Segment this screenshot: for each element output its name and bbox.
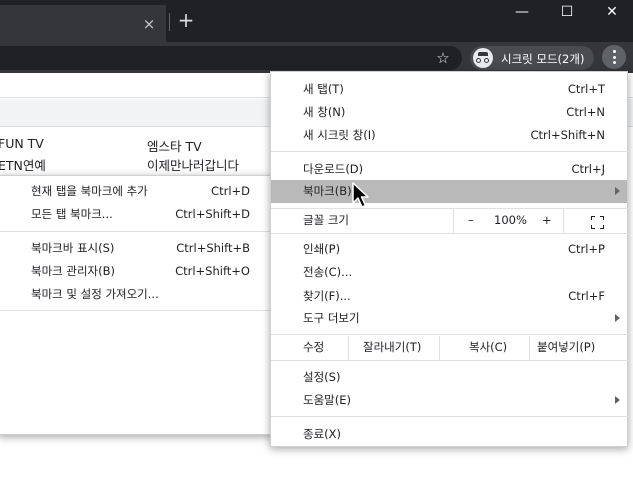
zoom-level: 100% <box>494 213 527 227</box>
menu-divider <box>271 334 629 335</box>
menu-item-bookmark-this-tab[interactable]: 현재 탭을 북마크에 추가 Ctrl+D <box>0 180 274 203</box>
menu-item-cast[interactable]: 전송(C)... <box>271 261 629 284</box>
menu-item-label: 도움말(E) <box>303 393 351 407</box>
menu-divider <box>271 416 629 417</box>
menu-item-label: 모든 탭 북마크... <box>31 207 113 221</box>
menu-item-print[interactable]: 인쇄(P) Ctrl+P <box>271 238 629 261</box>
menu-item-find[interactable]: 찾기(F)... Ctrl+F <box>271 285 629 308</box>
zoom-out-button[interactable]: – <box>468 209 474 232</box>
zoom-in-button[interactable]: + <box>542 209 552 232</box>
new-tab-icon[interactable]: + <box>177 10 195 30</box>
tab-separator <box>169 13 170 31</box>
menu-divider <box>271 360 629 361</box>
menu-item-label: 새 시크릿 창(I) <box>303 128 376 142</box>
menu-item-label: 설정(S) <box>303 370 341 384</box>
paste-button[interactable]: 붙여넣기(P) <box>537 336 595 359</box>
incognito-icon <box>473 48 493 68</box>
menu-item-import-bookmarks[interactable]: 북마크 및 설정 가져오기... <box>0 283 274 306</box>
menu-item-label: 현재 탭을 북마크에 추가 <box>31 184 148 198</box>
menu-item-exit[interactable]: 종료(X) <box>271 423 629 446</box>
minimize-icon[interactable]: — <box>500 0 544 28</box>
menu-item-label: 북마크바 표시(S) <box>31 241 115 255</box>
close-window-icon[interactable]: ✕ <box>590 0 633 28</box>
menu-item-downloads[interactable]: 다운로드(D) Ctrl+J <box>271 158 629 181</box>
menu-divider <box>271 151 629 152</box>
menu-item-shortcut: Ctrl+Shift+D <box>175 207 250 221</box>
menu-item-label: 인쇄(P) <box>303 242 341 256</box>
menu-kebab-icon[interactable] <box>602 45 626 69</box>
submenu-arrow-icon <box>615 187 620 195</box>
bookmarks-submenu: 현재 탭을 북마크에 추가 Ctrl+D 모든 탭 북마크... Ctrl+Sh… <box>0 175 274 435</box>
toolbar: ☆ 시크릿 모드(2개) <box>0 42 633 73</box>
menu-item-more-tools[interactable]: 도구 더보기 <box>271 307 629 330</box>
menu-item-shortcut: Ctrl+Shift+N <box>530 128 605 142</box>
menu-item-label: 다운로드(D) <box>303 162 364 176</box>
menu-item-help[interactable]: 도움말(E) <box>271 389 629 412</box>
menu-item-shortcut: Ctrl+J <box>571 162 606 176</box>
browser-main-menu: 새 탭(T) Ctrl+T 새 창(N) Ctrl+N 새 시크릿 창(I) C… <box>270 71 629 447</box>
menu-item-shortcut: Ctrl+D <box>211 184 250 198</box>
menu-item-label: 도구 더보기 <box>303 311 360 325</box>
menu-item-label: 새 탭(T) <box>303 82 344 96</box>
zoom-row: 글꼴 크기 – 100% + <box>271 209 629 233</box>
menu-item-show-bookmarks-bar[interactable]: 북마크바 표시(S) Ctrl+Shift+B <box>0 237 274 260</box>
menu-item-label: 북마크 및 설정 가져오기... <box>31 287 159 301</box>
incognito-label: 시크릿 모드(2개) <box>501 52 585 66</box>
menu-item-label: 북마크 관리자(B) <box>31 264 115 278</box>
maximize-icon[interactable]: ☐ <box>545 0 589 28</box>
menu-item-settings[interactable]: 설정(S) <box>271 366 629 389</box>
browser-tab[interactable]: × <box>0 5 166 42</box>
menu-item-bookmark-manager[interactable]: 북마크 관리자(B) Ctrl+Shift+O <box>0 260 274 283</box>
menu-item-shortcut: Ctrl+F <box>568 289 605 303</box>
menu-divider <box>271 233 629 234</box>
menu-item-new-incognito-window[interactable]: 새 시크릿 창(I) Ctrl+Shift+N <box>271 124 629 147</box>
incognito-indicator[interactable]: 시크릿 모드(2개) <box>470 46 594 70</box>
menu-item-label: 전송(C)... <box>303 265 353 279</box>
menu-item-shortcut: Ctrl+N <box>566 105 605 119</box>
menu-divider <box>0 310 274 311</box>
menu-item-label: 새 창(N) <box>303 105 346 119</box>
menu-divider <box>0 231 274 232</box>
menu-item-label: 찾기(F)... <box>303 289 351 303</box>
menu-item-new-window[interactable]: 새 창(N) Ctrl+N <box>271 101 629 124</box>
page-link[interactable]: 이제만나러갑니다 <box>147 155 239 174</box>
menu-item-shortcut: Ctrl+Shift+B <box>176 241 250 255</box>
edit-label: 수정 <box>303 340 325 354</box>
menu-item-shortcut: Ctrl+T <box>567 82 605 96</box>
bookmark-star-icon[interactable]: ☆ <box>434 49 452 67</box>
submenu-arrow-icon <box>615 314 620 322</box>
title-bar: × + — ☐ ✕ <box>0 0 633 42</box>
edit-row: 수정 잘라내기(T) 복사(C) 붙여넣기(P) <box>271 336 629 360</box>
menu-item-label: 종료(X) <box>303 427 342 441</box>
submenu-arrow-icon <box>615 396 620 404</box>
menu-item-shortcut: Ctrl+P <box>567 242 605 256</box>
address-bar[interactable]: ☆ <box>0 46 462 70</box>
cut-button[interactable]: 잘라내기(T) <box>363 336 421 359</box>
tab-close-icon[interactable]: × <box>141 16 157 32</box>
menu-item-shortcut: Ctrl+Shift+O <box>175 264 250 278</box>
copy-button[interactable]: 복사(C) <box>469 336 507 359</box>
zoom-label: 글꼴 크기 <box>303 213 349 227</box>
menu-item-bookmark-all-tabs[interactable]: 모든 탭 북마크... Ctrl+Shift+D <box>0 203 274 226</box>
fullscreen-icon[interactable] <box>590 214 605 230</box>
page-link[interactable]: 엠스타 TV <box>147 136 202 155</box>
menu-item-label: 북마크(B) <box>303 184 352 198</box>
menu-item-bookmarks[interactable]: 북마크(B) <box>271 180 627 203</box>
page-link[interactable]: FUN TV <box>0 136 44 151</box>
menu-item-new-tab[interactable]: 새 탭(T) Ctrl+T <box>271 78 629 101</box>
mouse-cursor-icon <box>352 182 372 213</box>
page-link[interactable]: ETN연예 <box>0 155 46 174</box>
